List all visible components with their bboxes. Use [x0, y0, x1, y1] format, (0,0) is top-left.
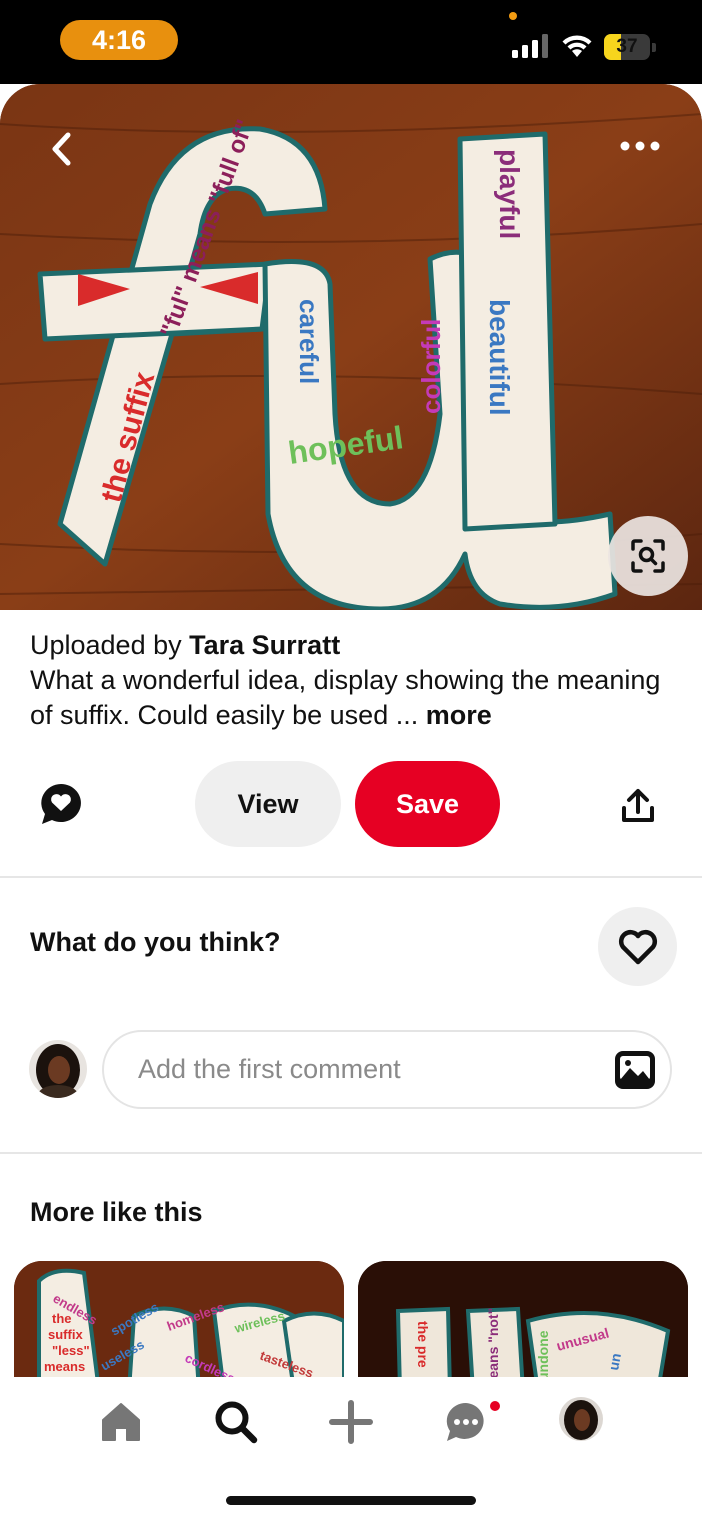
avatar-image: [29, 1040, 87, 1098]
comment-button[interactable]: [38, 781, 84, 827]
comment-input[interactable]: Add the first comment: [102, 1030, 672, 1109]
svg-text:un: un: [605, 1352, 624, 1372]
messages-icon: [446, 1402, 484, 1441]
privacy-indicator: [509, 12, 517, 20]
status-time: 4:16: [60, 20, 178, 60]
battery-icon: 37: [604, 34, 656, 60]
comment-placeholder: Add the first comment: [138, 1054, 401, 1084]
share-button[interactable]: [616, 784, 660, 828]
pin-image[interactable]: the suffix "ful" means "full of" careful…: [0, 84, 702, 610]
search-icon: [215, 1401, 258, 1444]
comments-prompt: What do you think?: [30, 927, 281, 957]
create-icon: [329, 1400, 373, 1444]
status-bar: 4:16 37: [0, 0, 702, 84]
svg-text:playful: playful: [494, 149, 525, 239]
visual-search-button[interactable]: [608, 516, 688, 596]
react-button[interactable]: [598, 907, 677, 986]
notification-dot: [488, 1399, 502, 1413]
pin-photo: the suffix "ful" means "full of" careful…: [0, 84, 702, 610]
home-icon: [102, 1403, 140, 1441]
tab-home[interactable]: [93, 1394, 149, 1450]
svg-text:the: the: [52, 1311, 72, 1326]
comment-bubble-icon: [41, 784, 81, 824]
svg-text:colorful: colorful: [416, 319, 446, 414]
home-indicator: [226, 1496, 476, 1505]
battery-level: 37: [616, 36, 638, 57]
image-icon[interactable]: [614, 1050, 656, 1090]
share-icon: [622, 789, 654, 822]
related-pin-card[interactable]: endless the suffix "less" means "without…: [14, 1261, 344, 1391]
wifi-icon: [562, 35, 592, 57]
related-pin-card[interactable]: the pre means "not" undone unusual un: [358, 1261, 688, 1391]
svg-text:beautiful: beautiful: [484, 299, 515, 416]
svg-text:the pre: the pre: [415, 1321, 431, 1368]
back-button[interactable]: [36, 124, 86, 174]
divider: [0, 876, 702, 878]
visual-search-icon: [631, 539, 665, 573]
signal-icon: [512, 34, 548, 58]
divider: [0, 1152, 702, 1154]
pin-description: Uploaded by Tara Surratt What a wonderfu…: [30, 628, 680, 733]
svg-text:careful: careful: [294, 299, 324, 384]
ellipsis-icon: [620, 141, 660, 151]
related-pin-image: endless the suffix "less" means "without…: [14, 1261, 344, 1391]
section-title: More like this: [30, 1197, 203, 1227]
related-pin-image: the pre means "not" undone unusual un: [358, 1261, 688, 1391]
tab-messages[interactable]: [438, 1394, 494, 1450]
profile-avatar: [559, 1397, 603, 1441]
uploaded-by: Uploaded by Tara Surratt: [30, 628, 680, 663]
more-options-button[interactable]: [612, 126, 668, 166]
tab-profile-avatar[interactable]: [559, 1397, 603, 1441]
chevron-left-icon: [52, 132, 71, 166]
uploaded-by-prefix: Uploaded by: [30, 630, 182, 660]
uploader-name[interactable]: Tara Surratt: [189, 630, 340, 660]
tab-search[interactable]: [208, 1394, 264, 1450]
svg-text:"less": "less": [52, 1343, 90, 1358]
description-text: What a wonderful idea, display showing t…: [30, 665, 661, 730]
svg-text:means: means: [44, 1359, 85, 1374]
more-link[interactable]: more: [426, 700, 492, 730]
svg-text:undone: undone: [535, 1330, 551, 1381]
view-button[interactable]: View: [195, 761, 341, 847]
user-avatar[interactable]: [29, 1040, 87, 1098]
svg-text:suffix: suffix: [48, 1327, 83, 1342]
tab-create[interactable]: [323, 1394, 379, 1450]
heart-outline-icon: [618, 929, 657, 964]
save-button[interactable]: Save: [355, 761, 500, 847]
